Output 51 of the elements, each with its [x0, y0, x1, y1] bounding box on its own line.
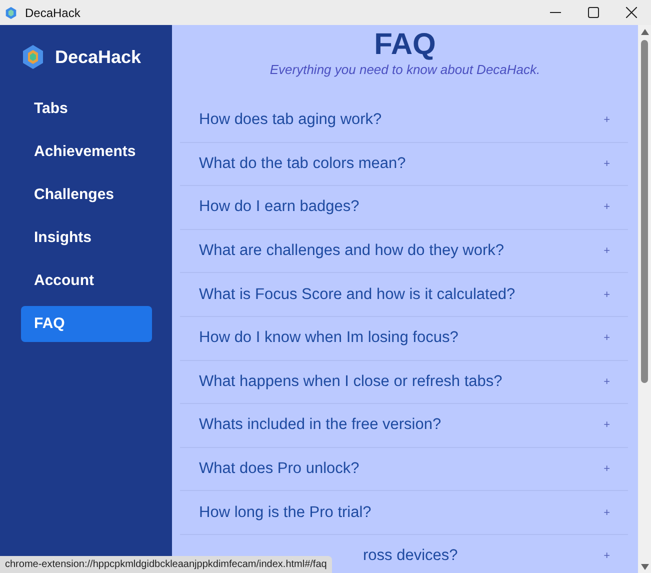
faq-question: Whats included in the free version? [199, 416, 442, 434]
expand-icon: + [604, 419, 610, 432]
logo-icon [22, 45, 44, 69]
page-title: FAQ [373, 28, 437, 62]
expand-icon: + [604, 376, 610, 388]
expand-icon: + [604, 550, 610, 562]
page-subtitle: Everything you need to know about DecaHack. [268, 62, 542, 77]
faq-question: How long is the Pro trial? [199, 504, 372, 522]
question-row[interactable]: What is Focus Score and how is it calculated? + [180, 273, 628, 317]
expand-icon: + [604, 332, 610, 344]
question-row[interactable]: What happens when I close or refresh tabs? + [180, 360, 628, 404]
app-icon [5, 6, 17, 18]
nav-item[interactable]: Tabs [21, 91, 152, 127]
faq-question: What do the tab colors mean? [199, 154, 406, 173]
question-row[interactable]: What are challenges and how do they work? + [180, 230, 628, 274]
link-url-tooltip: chrome-extension://hppcpkmldgidbckleaanjppkdimfecam/index.html#/faq [0, 556, 332, 573]
scrollbar[interactable] [638, 25, 651, 573]
question-row[interactable]: How do I earn badges? + [180, 186, 628, 230]
expand-icon: + [604, 201, 610, 214]
nav-item[interactable]: Account [21, 263, 152, 299]
scroll-up-icon[interactable] [640, 28, 648, 34]
faq-question: What happens when I close or refresh tabs? [199, 372, 502, 391]
question-row[interactable]: Whats included in the free version? + [180, 404, 628, 448]
expand-icon: + [604, 114, 610, 126]
faq-question: ross devices? [363, 547, 458, 566]
faq-question: How does tab aging work? [199, 111, 382, 130]
scroll-down-icon[interactable] [640, 564, 648, 570]
expand-icon: + [604, 288, 610, 301]
question-row[interactable]: How do I know when Im losing focus? + [180, 316, 628, 361]
question-row[interactable]: How does tab aging work? + [180, 99, 628, 143]
faq-question: What are challenges and how do they work? [199, 242, 504, 260]
expand-icon: + [604, 245, 610, 258]
expand-icon: + [604, 506, 610, 519]
question-row[interactable]: How long is the Pro trial? + [180, 491, 628, 535]
close-icon[interactable] [626, 7, 637, 18]
expand-icon: + [604, 463, 610, 476]
maximize-icon[interactable] [588, 7, 599, 18]
faq-question: How do I earn badges? [199, 198, 360, 216]
faq-question: What is Focus Score and how is it calculated? [199, 286, 516, 304]
brand-name: DecaHack [55, 46, 142, 68]
question-row[interactable]: What does Pro unlock? + [180, 448, 628, 492]
nav-item[interactable]: Challenges [21, 177, 152, 213]
faq-question: What does Pro unlock? [199, 460, 360, 478]
nav-item[interactable]: Achievements [21, 134, 152, 170]
faq-question: How do I know when Im losing focus? [199, 329, 458, 348]
window-title: DecaHack [25, 6, 80, 20]
nav-item[interactable]: FAQ [21, 306, 152, 342]
nav-item[interactable]: Insights [21, 220, 152, 256]
expand-icon: + [604, 158, 610, 170]
scrollbar-thumb[interactable] [641, 40, 648, 383]
question-row[interactable]: What do the tab colors mean? + [180, 142, 628, 186]
